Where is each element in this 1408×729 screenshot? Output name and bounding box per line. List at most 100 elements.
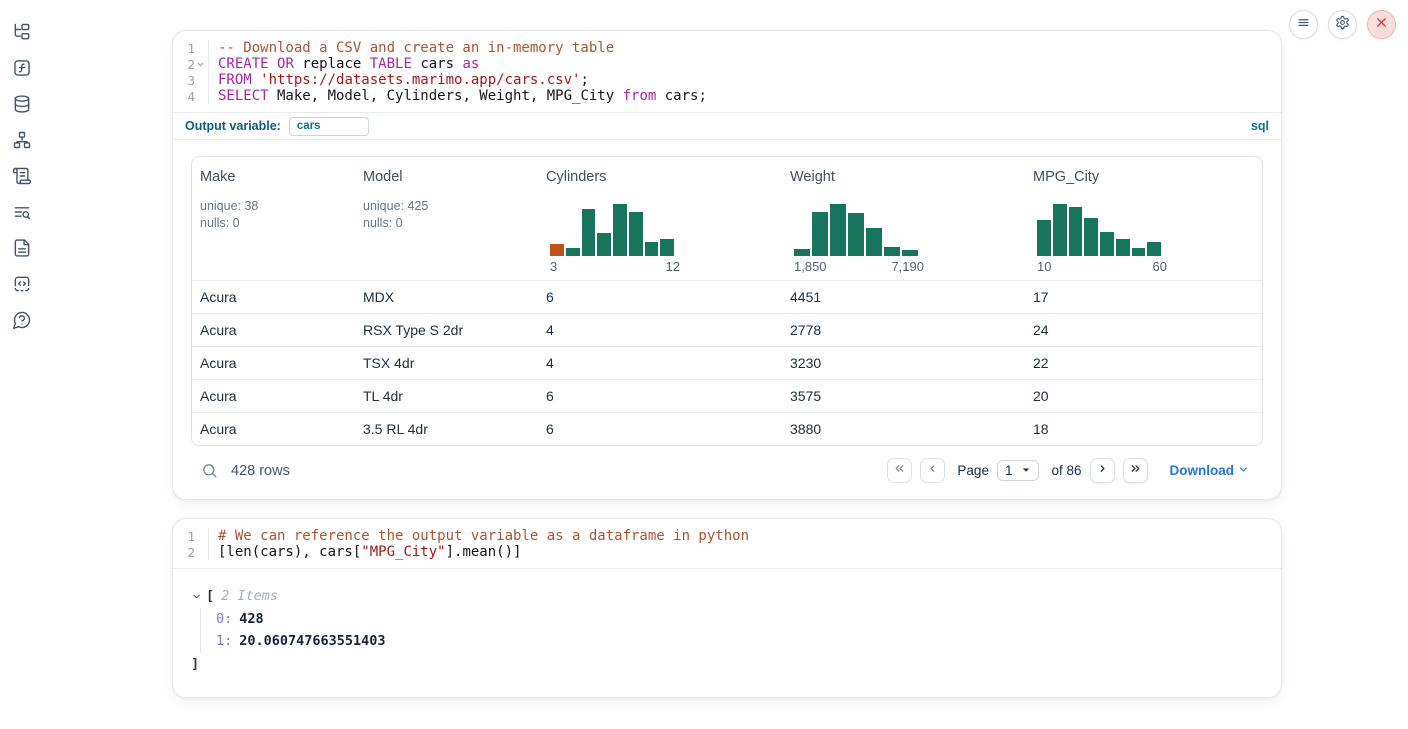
documentation-icon[interactable] <box>12 238 32 258</box>
close-bracket: ] <box>191 653 199 676</box>
cell-make: Acura <box>192 289 355 305</box>
menu-button[interactable] <box>1289 10 1318 39</box>
output-variable-row: Output variable: sql <box>173 112 1281 140</box>
notebook-actions <box>1289 10 1396 39</box>
data-table: Make unique: 38 nulls: 0 Model unique: 4… <box>191 156 1263 446</box>
file-explorer-icon[interactable] <box>12 22 32 42</box>
histogram-axis: 1,850 7,190 <box>794 259 924 274</box>
output-variable-label: Output variable: <box>185 119 281 133</box>
page-label: Page <box>957 463 989 478</box>
cell-model: 3.5 RL 4dr <box>355 421 538 437</box>
snippets-icon[interactable] <box>12 274 32 294</box>
table-footer: 428 rows Page 1 of 86 <box>191 446 1263 491</box>
chevrons-left-icon <box>893 462 906 480</box>
settings-button[interactable] <box>1328 10 1357 39</box>
code-line: 1 # We can reference the output variable… <box>173 528 1281 544</box>
variables-icon[interactable] <box>12 58 32 78</box>
cell-cylinders: 4 <box>538 355 782 371</box>
row-count: 428 rows <box>231 463 290 479</box>
cell-make: Acura <box>192 322 355 338</box>
prev-page-button[interactable] <box>920 458 945 483</box>
cell-mpg-city: 20 <box>1025 388 1262 404</box>
cell-make: Acura <box>192 388 355 404</box>
sql-editor[interactable]: 1 -- Download a CSV and create an in-mem… <box>173 31 1281 112</box>
page-total-label: of 86 <box>1051 463 1081 478</box>
dependency-graph-icon[interactable] <box>12 130 32 150</box>
tree-item: 0: 428 <box>216 608 1263 631</box>
code-line: 2 [len(cars), cars["MPG_City"].mean()] <box>173 544 1281 560</box>
sql-cell: 1 -- Download a CSV and create an in-mem… <box>172 30 1282 500</box>
code-text: [len(cars), cars["MPG_City"].mean()] <box>209 544 521 560</box>
item-value: 428 <box>239 608 263 631</box>
table-row[interactable]: Acura 3.5 RL 4dr 6 3880 18 <box>192 412 1262 445</box>
axis-max: 12 <box>666 259 680 274</box>
histogram-wrap: 10 60 <box>1037 204 1161 274</box>
output-variable-input[interactable] <box>289 117 369 136</box>
histogram-axis: 10 60 <box>1037 259 1167 274</box>
line-number: 1 <box>187 529 195 544</box>
code-line: 3 FROM 'https://datasets.marimo.app/cars… <box>173 72 1281 88</box>
table-row[interactable]: Acura TL 4dr 6 3575 20 <box>192 379 1262 412</box>
python-output: [ 2 Items 0: 428 1: 20.060747663551403 ] <box>173 569 1281 697</box>
tree-close-line: ] <box>191 653 1263 676</box>
axis-max: 60 <box>1153 259 1167 274</box>
column-header-weight: Weight 1,850 7,190 <box>782 157 1025 280</box>
page-select[interactable]: 1 <box>997 460 1040 481</box>
cell-model: RSX Type S 2dr <box>355 322 538 338</box>
table-header: Make unique: 38 nulls: 0 Model unique: 4… <box>192 157 1262 280</box>
cell-mpg-city: 17 <box>1025 289 1262 305</box>
sidebar <box>0 0 44 729</box>
code-line: 1 -- Download a CSV and create an in-mem… <box>173 40 1281 56</box>
histogram-axis: 3 12 <box>550 259 680 274</box>
cylinders-histogram[interactable] <box>550 204 674 256</box>
cell-cylinders: 6 <box>538 388 782 404</box>
search-icon[interactable] <box>201 462 218 479</box>
code-text: SELECT Make, Model, Cylinders, Weight, M… <box>209 88 707 104</box>
table-row[interactable]: Acura TSX 4dr 4 3230 22 <box>192 346 1262 379</box>
column-header-cylinders: Cylinders 3 12 <box>538 157 782 280</box>
code-line: 4 SELECT Make, Model, Cylinders, Weight,… <box>173 88 1281 104</box>
column-header-make: Make unique: 38 nulls: 0 <box>192 157 355 280</box>
line-number: 3 <box>187 73 195 88</box>
logs-icon[interactable] <box>12 202 32 222</box>
last-page-button[interactable] <box>1123 458 1148 483</box>
item-index: 0: <box>216 608 232 631</box>
shutdown-button[interactable] <box>1367 10 1396 39</box>
next-page-button[interactable] <box>1090 458 1115 483</box>
datasources-icon[interactable] <box>12 94 32 114</box>
items-count-label: 2 Items <box>221 585 278 608</box>
mpg-city-histogram[interactable] <box>1037 204 1161 256</box>
pagination: Page 1 of 86 Download <box>887 458 1257 483</box>
cell-weight: 2778 <box>782 322 1025 338</box>
table-row[interactable]: Acura RSX Type S 2dr 4 2778 24 <box>192 313 1262 346</box>
weight-histogram[interactable] <box>794 204 918 256</box>
item-index: 1: <box>216 630 232 653</box>
chevron-down-icon <box>1021 463 1031 478</box>
code-text: -- Download a CSV and create an in-memor… <box>209 40 614 56</box>
code-text: CREATE OR replace TABLE cars as <box>209 56 479 72</box>
column-title: Weight <box>790 169 1017 185</box>
notebook: 1 -- Download a CSV and create an in-mem… <box>172 30 1282 698</box>
page-select-value: 1 <box>1005 463 1013 478</box>
axis-max: 7,190 <box>891 259 924 274</box>
python-editor[interactable]: 1 # We can reference the output variable… <box>173 519 1281 569</box>
menu-icon <box>1296 15 1311 35</box>
line-number: 4 <box>187 89 195 104</box>
table-row[interactable]: Acura MDX 6 4451 17 <box>192 280 1262 313</box>
help-icon[interactable] <box>12 310 32 330</box>
cell-make: Acura <box>192 355 355 371</box>
axis-min: 3 <box>550 259 557 274</box>
scratchpad-icon[interactable] <box>12 166 32 186</box>
column-stats: unique: 425 nulls: 0 <box>363 198 530 231</box>
open-bracket: [ <box>206 585 214 608</box>
chevron-down-icon <box>1238 463 1249 478</box>
cell-weight: 3575 <box>782 388 1025 404</box>
download-button[interactable]: Download <box>1170 463 1250 478</box>
first-page-button[interactable] <box>887 458 912 483</box>
fold-chevron-icon[interactable] <box>196 60 205 69</box>
cell-model: TL 4dr <box>355 388 538 404</box>
line-number: 2 <box>187 545 195 560</box>
collapse-chevron-icon[interactable] <box>191 591 202 602</box>
cell-mpg-city: 18 <box>1025 421 1262 437</box>
null-count: nulls: 0 <box>363 215 530 232</box>
